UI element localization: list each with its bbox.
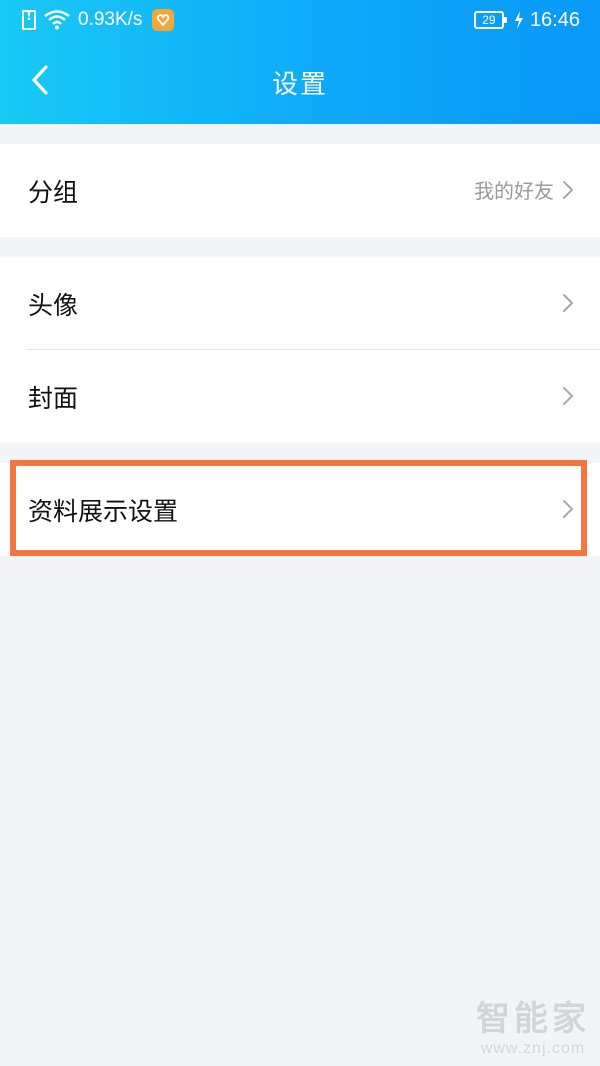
profile-media-section: 头像 封面 [0,257,600,443]
avatar-setting-label: 头像 [28,290,79,320]
profile-display-settings-label: 资料展示设置 [28,496,179,526]
clock: 16:46 [529,8,580,31]
cover-setting-row[interactable]: 封面 [0,350,600,443]
cover-setting-label: 封面 [28,383,79,413]
app-notification-icon [152,9,175,31]
avatar-setting-row[interactable]: 头像 [0,257,600,350]
status-left: 0.93K/s [22,8,175,32]
chevron-right-icon [563,387,573,405]
profile-display-section: 资料展示设置 [0,463,600,556]
charging-bolt-icon [514,11,523,29]
chevron-right-icon [563,500,573,518]
friend-group-section: 分组 我的好友 [0,144,600,237]
nav-bar: 设置 [0,40,600,124]
battery-icon: 29 [473,11,507,29]
group-setting-value: 我的好友 [474,179,554,203]
watermark-url: www.znj.com [480,1040,586,1057]
watermark: 智能家 www.znj.com [476,991,590,1058]
status-bar: 0.93K/s 29 16:46 [0,0,600,40]
watermark-text: 智能家 [476,999,590,1039]
chevron-right-icon [563,294,573,312]
profile-display-settings-row[interactable]: 资料展示设置 [0,463,600,556]
sim-alert-icon [22,9,36,30]
chevron-right-icon [563,181,573,199]
group-setting-row[interactable]: 分组 我的好友 [0,144,600,237]
status-right: 29 16:46 [473,8,580,32]
network-speed: 0.93K/s [78,9,143,30]
wifi-icon [44,10,70,30]
group-setting-label: 分组 [28,177,79,207]
app-header: 0.93K/s 29 16:46 设置 [0,0,600,124]
page-title: 设置 [271,70,328,100]
